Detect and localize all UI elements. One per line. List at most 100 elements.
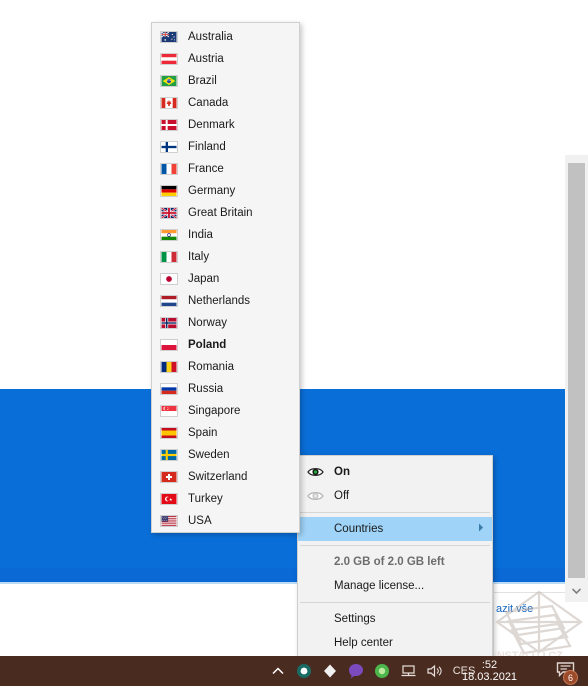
flag-poland-icon: [160, 339, 178, 351]
chevron-up-icon: [272, 662, 284, 680]
flag-sweden-icon: [160, 449, 178, 461]
country-item-russia[interactable]: Russia: [152, 378, 299, 400]
flag-turkey-icon: [160, 493, 178, 505]
flag-canada-icon: [160, 97, 178, 109]
country-item-singapore[interactable]: Singapore: [152, 400, 299, 422]
country-label: India: [188, 229, 213, 241]
country-item-usa[interactable]: USA: [152, 510, 299, 532]
flag-norway-icon: [160, 317, 178, 329]
tray-context-menu[interactable]: On Off Countries 2.0 GB of 2.0 GB left M…: [297, 455, 493, 682]
country-label: USA: [188, 515, 212, 527]
country-item-france[interactable]: France: [152, 158, 299, 180]
menu-item-settings[interactable]: Settings: [298, 607, 492, 631]
country-item-japan[interactable]: Japan: [152, 268, 299, 290]
country-item-poland[interactable]: Poland: [152, 334, 299, 356]
country-label: Norway: [188, 317, 227, 329]
menu-item-off[interactable]: Off: [298, 484, 492, 508]
menu-item-help-center[interactable]: Help center: [298, 631, 492, 655]
menu-separator: [300, 512, 490, 513]
flag-italy-icon: [160, 251, 178, 263]
background-divider-vertical: [493, 584, 494, 656]
flag-austria-icon: [160, 53, 178, 65]
country-item-austria[interactable]: Austria: [152, 48, 299, 70]
menu-item-data-quota: 2.0 GB of 2.0 GB left: [298, 550, 492, 574]
country-label: Switzerland: [188, 471, 248, 483]
scrollbar-down-button[interactable]: [565, 580, 588, 602]
show-hidden-icons-button[interactable]: [265, 656, 291, 686]
flag-australia-icon: [160, 31, 178, 43]
country-label: Austria: [188, 53, 224, 65]
chevron-down-icon: [572, 588, 581, 594]
country-item-norway[interactable]: Norway: [152, 312, 299, 334]
app-green-icon[interactable]: [369, 656, 395, 686]
volume-icon[interactable]: [421, 656, 447, 686]
eye-off-icon: [306, 487, 324, 505]
menu-item-label: Countries: [334, 523, 384, 535]
country-label: Netherlands: [188, 295, 251, 307]
flag-india-icon: [160, 229, 178, 241]
menu-item-label: Off: [334, 490, 350, 502]
country-label: Finland: [188, 141, 226, 153]
viber-purple-icon[interactable]: [343, 656, 369, 686]
screen: azit vše On Off Countries 2.0 GB of 2.0 …: [0, 0, 588, 686]
network-icon[interactable]: [395, 656, 421, 686]
notification-count-badge: 6: [563, 670, 578, 685]
menu-item-label: Settings: [334, 613, 376, 625]
country-item-denmark[interactable]: Denmark: [152, 114, 299, 136]
flag-usa-icon: [160, 515, 178, 527]
country-label: Brazil: [188, 75, 217, 87]
background-show-all-link[interactable]: azit vše: [496, 603, 533, 615]
country-label: Great Britain: [188, 207, 253, 219]
country-label: Poland: [188, 339, 227, 351]
eye-on-icon: [306, 463, 324, 481]
flag-japan-icon: [160, 273, 178, 285]
app-teal-icon[interactable]: [291, 656, 317, 686]
menu-item-label: Help center: [334, 637, 393, 649]
country-item-india[interactable]: India: [152, 224, 299, 246]
menu-separator: [300, 602, 490, 603]
country-item-finland[interactable]: Finland: [152, 136, 299, 158]
country-item-switzerland[interactable]: Switzerland: [152, 466, 299, 488]
menu-item-countries[interactable]: Countries: [298, 517, 492, 541]
country-item-netherlands[interactable]: Netherlands: [152, 290, 299, 312]
country-label: Japan: [188, 273, 220, 285]
countries-submenu[interactable]: Australia Austria Brazil Canada Denmark Finla…: [151, 22, 300, 533]
flag-romania-icon: [160, 361, 178, 373]
menu-separator: [300, 545, 490, 546]
country-label: France: [188, 163, 224, 175]
menu-item-manage-license[interactable]: Manage license...: [298, 574, 492, 598]
menu-item-on[interactable]: On: [298, 460, 492, 484]
flag-brazil-icon: [160, 75, 178, 87]
flag-denmark-icon: [160, 119, 178, 131]
country-item-great-britain[interactable]: Great Britain: [152, 202, 299, 224]
country-item-italy[interactable]: Italy: [152, 246, 299, 268]
country-label: Sweden: [188, 449, 230, 461]
country-item-turkey[interactable]: Turkey: [152, 488, 299, 510]
country-item-australia[interactable]: Australia: [152, 26, 299, 48]
clock-time: :52: [481, 659, 498, 671]
notification-center-button[interactable]: 6: [548, 656, 582, 686]
windows-taskbar[interactable]: CES :52 18.03.2021 6: [0, 656, 588, 686]
country-item-spain[interactable]: Spain: [152, 422, 299, 444]
country-label: Denmark: [188, 119, 235, 131]
country-item-germany[interactable]: Germany: [152, 180, 299, 202]
flag-germany-icon: [160, 185, 178, 197]
taskbar-clock[interactable]: :52 18.03.2021: [462, 656, 517, 686]
country-item-brazil[interactable]: Brazil: [152, 70, 299, 92]
vertical-scrollbar[interactable]: [565, 0, 588, 656]
menu-item-label: Manage license...: [334, 580, 425, 592]
data-quota-label: 2.0 GB of 2.0 GB left: [334, 556, 445, 568]
clock-date: 18.03.2021: [462, 671, 518, 683]
country-item-romania[interactable]: Romania: [152, 356, 299, 378]
country-label: Romania: [188, 361, 235, 373]
scrollbar-top-padding: [565, 0, 588, 155]
diamond-white-icon[interactable]: [317, 656, 343, 686]
flag-singapore-icon: [160, 405, 178, 417]
country-label: Turkey: [188, 493, 223, 505]
system-tray[interactable]: CES: [265, 656, 481, 686]
country-item-sweden[interactable]: Sweden: [152, 444, 299, 466]
flag-russia-icon: [160, 383, 178, 395]
scrollbar-thumb[interactable]: [568, 163, 585, 578]
country-item-canada[interactable]: Canada: [152, 92, 299, 114]
chevron-right-icon: [478, 523, 484, 535]
